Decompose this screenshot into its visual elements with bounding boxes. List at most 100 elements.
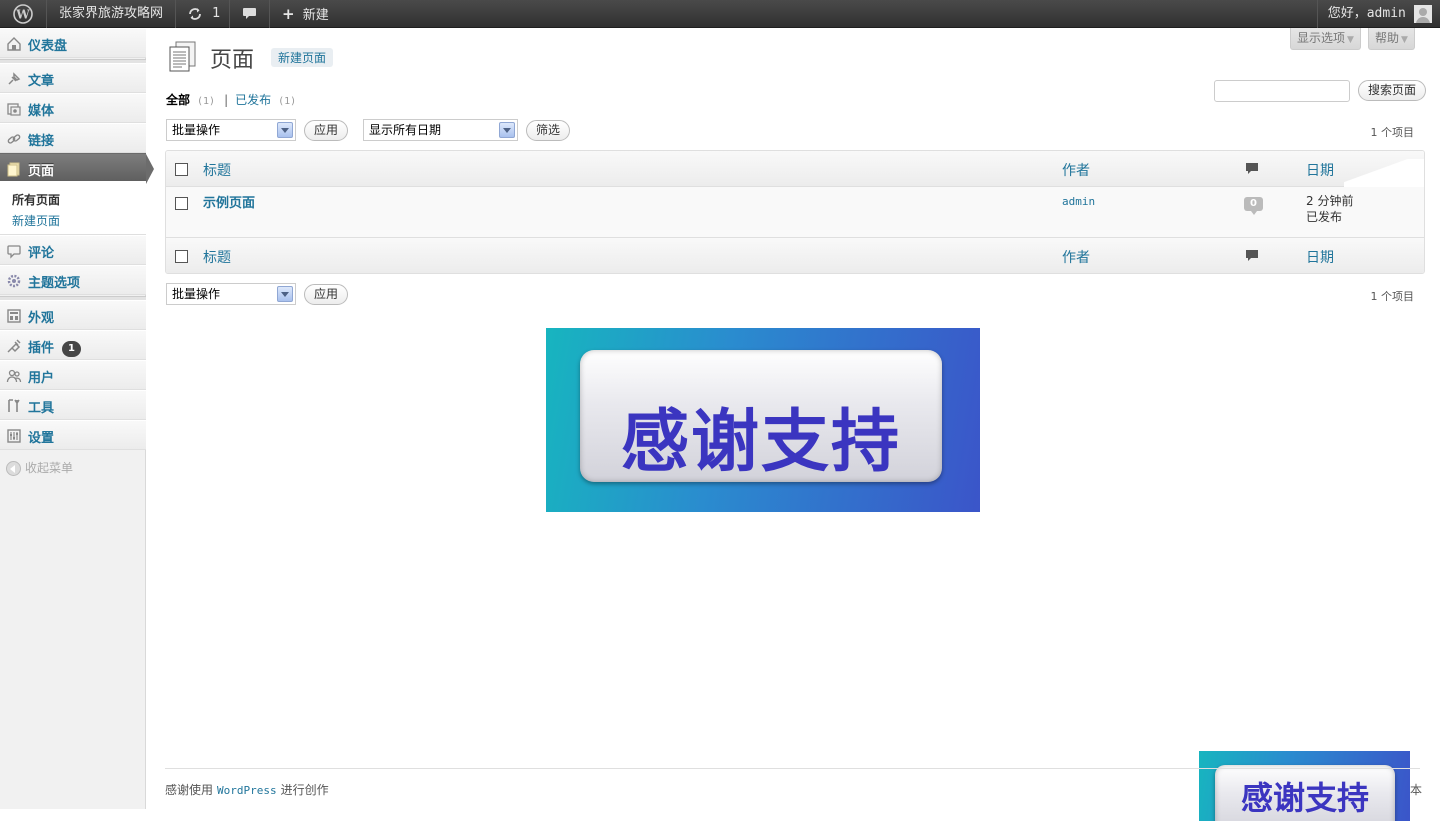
thanks-support-banner: 感谢支持 xyxy=(546,328,980,512)
filter-published-link[interactable]: 已发布 xyxy=(235,93,271,107)
comment-bubble-icon xyxy=(243,7,256,19)
search-input[interactable] xyxy=(1214,80,1350,102)
screen-options-tab[interactable]: 显示选项 ▼ xyxy=(1290,28,1361,50)
settings-icon xyxy=(7,429,21,443)
dropdown-arrow-icon xyxy=(277,286,293,302)
site-name: 张家界旅游攻略网 xyxy=(59,6,164,21)
my-account-link[interactable]: 您好，admin xyxy=(1316,0,1440,28)
menu-item-users[interactable]: 用户 xyxy=(0,360,146,390)
updates-count: 1 xyxy=(212,6,221,21)
help-label: 帮助 xyxy=(1375,31,1400,45)
comments-link[interactable] xyxy=(230,0,270,28)
apply-button[interactable]: 应用 xyxy=(304,120,349,141)
wordpress-link[interactable]: WordPress xyxy=(217,784,277,797)
column-date-footer[interactable]: 日期 xyxy=(1306,247,1334,267)
filter-button[interactable]: 筛选 xyxy=(526,120,571,141)
page-title: 页面 xyxy=(210,48,255,73)
new-content-link[interactable]: + 新建 xyxy=(270,0,345,28)
plugins-label: 插件 xyxy=(28,341,55,356)
row-title-link[interactable]: 示例页面 xyxy=(203,192,255,211)
items-count-bottom: 1 个项目 xyxy=(1370,290,1415,303)
link-icon xyxy=(7,134,21,144)
menu-item-pages[interactable]: 页面 xyxy=(0,153,154,184)
footer-credit: 感谢使用 WordPress 进行创作 xyxy=(165,781,329,798)
select-all-checkbox-footer[interactable] xyxy=(175,250,188,263)
menu-label: 用户 xyxy=(28,371,55,386)
menu-label: 主题选项 xyxy=(28,276,81,291)
menu-label: 页面 xyxy=(28,164,55,179)
collapse-menu-button[interactable]: 收起菜单 xyxy=(6,459,73,476)
admin-menu: 仪表盘 文章 媒体 链接 页面 所有页面 新建页面 评论 主题选项 外观 插件 1… xyxy=(0,28,154,809)
greeting: 您好， xyxy=(1327,6,1367,21)
filter-published-count: (1) xyxy=(278,96,297,107)
bulk-actions-select[interactable]: 批量操作 xyxy=(166,119,296,141)
menu-item-appearance[interactable]: 外观 xyxy=(0,300,146,330)
avatar xyxy=(1414,4,1432,23)
date-filter-select[interactable]: 显示所有日期 xyxy=(363,119,518,141)
column-author-header: 作者 xyxy=(1062,163,1090,179)
triangle-down-icon: ▼ xyxy=(1347,35,1354,45)
admin-bar: W 张家界旅游攻略网 1 + 新建 您好，admin xyxy=(0,0,1440,28)
menu-item-links[interactable]: 链接 xyxy=(0,123,146,153)
pages-submenu: 所有页面 新建页面 xyxy=(0,181,146,235)
pages-icon xyxy=(7,162,20,177)
column-author-footer: 作者 xyxy=(1062,250,1090,266)
menu-item-dashboard[interactable]: 仪表盘 xyxy=(0,28,146,58)
appearance-icon xyxy=(7,309,21,323)
date-filter-value: 显示所有日期 xyxy=(369,123,442,137)
menu-item-posts[interactable]: 文章 xyxy=(0,63,146,93)
triangle-down-icon: ▼ xyxy=(1401,35,1408,45)
add-new-page-button[interactable]: 新建页面 xyxy=(271,48,334,67)
column-title-footer[interactable]: 标题 xyxy=(203,247,231,267)
banner-plate: 感谢支持 xyxy=(580,350,942,482)
banner-text: 感谢支持 xyxy=(1240,779,1369,817)
row-date-value: 2 分钟前 xyxy=(1306,194,1354,208)
submenu-all-pages[interactable]: 所有页面 xyxy=(0,189,146,210)
menu-item-comments[interactable]: 评论 xyxy=(0,235,146,265)
pages-header-icon xyxy=(169,41,196,72)
items-count: 1 个项目 xyxy=(1370,126,1415,139)
plus-icon: + xyxy=(282,5,295,23)
row-status: 已发布 xyxy=(1306,210,1343,224)
row-author-link[interactable]: admin xyxy=(1062,195,1095,208)
menu-label: 媒体 xyxy=(28,104,55,119)
collapse-arrow-icon xyxy=(6,461,21,476)
dashboard-icon xyxy=(7,37,21,51)
menu-item-tools[interactable]: 工具 xyxy=(0,390,146,420)
pages-table: 标题 作者 日期 示例页面 admin 0 2 分钟前 已发布 标题 作者 日期 xyxy=(165,150,1425,274)
apply-button-bottom[interactable]: 应用 xyxy=(304,284,349,305)
users-icon xyxy=(6,369,22,383)
thanks-support-corner-banner: 感谢支持 xyxy=(1199,751,1410,821)
menu-label: 外观 xyxy=(28,311,55,326)
bulk-actions-select-bottom[interactable]: 批量操作 xyxy=(166,283,296,305)
bulk-actions-value: 批量操作 xyxy=(172,123,221,137)
footer-version-fragment: 本 xyxy=(1410,783,1423,797)
select-all-checkbox[interactable] xyxy=(175,163,188,176)
plugin-icon xyxy=(7,339,21,353)
help-tab[interactable]: 帮助 ▼ xyxy=(1368,28,1415,50)
footer-suffix: 进行创作 xyxy=(280,783,329,797)
menu-label: 仪表盘 xyxy=(28,39,68,54)
submenu-new-page[interactable]: 新建页面 xyxy=(0,210,146,231)
status-filter-links: 全部 (1) | 已发布 (1) xyxy=(166,91,300,108)
column-date-header[interactable]: 日期 xyxy=(1306,160,1334,180)
menu-item-settings[interactable]: 设置 xyxy=(0,420,146,450)
menu-item-theme-options[interactable]: 主题选项 xyxy=(0,265,146,295)
comments-icon xyxy=(7,245,21,259)
menu-item-plugins[interactable]: 插件 1 xyxy=(0,330,146,360)
updates-link[interactable]: 1 xyxy=(176,0,230,28)
footer-prefix: 感谢使用 xyxy=(165,783,214,797)
pin-icon xyxy=(8,72,21,85)
row-comment-count[interactable]: 0 xyxy=(1244,197,1263,215)
wordpress-logo-icon[interactable]: W xyxy=(0,0,47,28)
filter-all-link[interactable]: 全部 xyxy=(166,93,190,107)
menu-label: 链接 xyxy=(28,134,55,149)
menu-item-media[interactable]: 媒体 xyxy=(0,93,146,123)
menu-label: 工具 xyxy=(28,401,55,416)
site-name-link[interactable]: 张家界旅游攻略网 xyxy=(47,0,176,28)
row-checkbox[interactable] xyxy=(175,197,188,210)
comment-column-icon xyxy=(1246,163,1258,174)
search-pages-button[interactable]: 搜索页面 xyxy=(1358,80,1427,101)
column-title-header[interactable]: 标题 xyxy=(203,160,231,180)
menu-label: 文章 xyxy=(28,74,55,89)
